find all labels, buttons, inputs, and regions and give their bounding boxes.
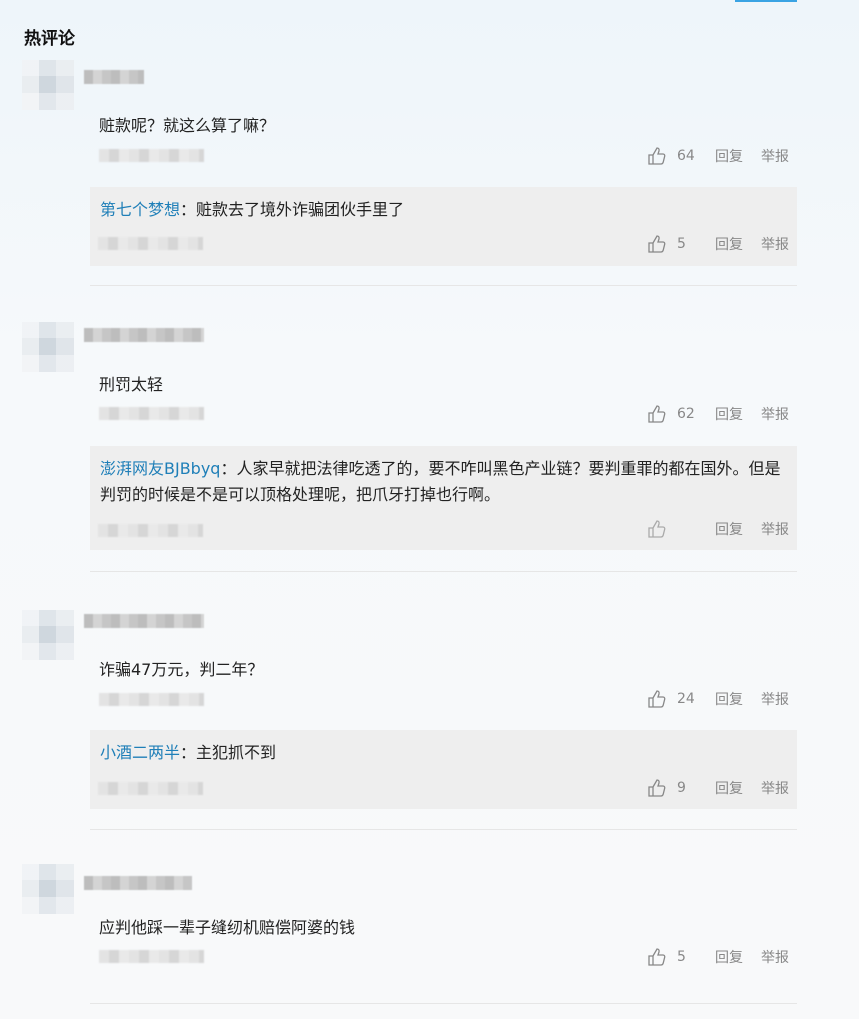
reply-body: 小酒二两半：主犯抓不到: [100, 740, 781, 766]
reply-button[interactable]: 回复: [715, 234, 743, 254]
comment-divider: [90, 1003, 797, 1004]
comment-content: 诈骗47万元，判二年？: [99, 660, 264, 679]
report-button[interactable]: 举报: [761, 234, 789, 254]
reply-button[interactable]: 回复: [715, 947, 743, 967]
comment-content: 应判他踩一辈子缝纫机赔偿阿婆的钱: [99, 918, 356, 937]
reply-meta-blurred: [98, 782, 203, 795]
thumbs-up-icon[interactable]: [647, 146, 667, 166]
like-count: 64: [677, 148, 695, 164]
like-count: 9: [677, 780, 686, 796]
reply-body: 澎湃网友BJBbyq：人家早就把法律吃透了的，要不咋叫黑色产业链？要判重罪的都在…: [100, 456, 781, 508]
reply-separator: ：: [180, 200, 197, 219]
reply-username-link[interactable]: 小酒二两半: [100, 743, 180, 762]
avatar[interactable]: [22, 864, 74, 914]
comment-meta-blurred: [99, 693, 204, 706]
thumbs-up-icon[interactable]: [647, 947, 667, 967]
comment-actions: 62 回复 举报: [647, 404, 789, 424]
reply-meta-blurred: [98, 524, 203, 537]
reply-button[interactable]: 回复: [715, 519, 743, 539]
thumbs-up-icon[interactable]: [647, 519, 667, 539]
like-count: 62: [677, 406, 695, 422]
comment-actions: 24 回复 举报: [647, 689, 789, 709]
username-blurred[interactable]: [84, 876, 192, 890]
reply-button[interactable]: 回复: [715, 778, 743, 798]
comment-meta-blurred: [99, 407, 204, 420]
reply-text: 赃款去了境外诈骗团伙手里了: [196, 200, 405, 219]
username-blurred[interactable]: [84, 328, 204, 342]
report-button[interactable]: 举报: [761, 146, 789, 166]
comment-content: 赃款呢？就这么算了嘛？: [99, 116, 276, 135]
report-button[interactable]: 举报: [761, 689, 789, 709]
thumbs-up-icon[interactable]: [647, 234, 667, 254]
comment-meta-blurred: [99, 950, 204, 963]
reply-button[interactable]: 回复: [715, 146, 743, 166]
avatar[interactable]: [22, 60, 74, 110]
comment-divider: [90, 571, 797, 572]
report-button[interactable]: 举报: [761, 404, 789, 424]
username-blurred[interactable]: [84, 70, 144, 84]
comment-meta-blurred: [99, 149, 204, 162]
reply-separator: ：: [180, 743, 197, 762]
reply-box: 第七个梦想：赃款去了境外诈骗团伙手里了: [90, 187, 797, 266]
avatar[interactable]: [22, 610, 74, 660]
comment-content: 刑罚太轻: [99, 375, 164, 394]
comment-divider: [90, 829, 797, 830]
top-accent-bar: [735, 0, 797, 2]
thumbs-up-icon[interactable]: [647, 404, 667, 424]
reply-username-link[interactable]: 澎湃网友BJBbyq: [100, 459, 220, 478]
reply-actions: 5 回复 举报: [647, 234, 789, 254]
reply-actions: 9 回复 举报: [647, 778, 789, 798]
reply-actions: 回复 举报: [647, 519, 789, 539]
thumbs-up-icon[interactable]: [647, 689, 667, 709]
report-button[interactable]: 举报: [761, 519, 789, 539]
comment-divider: [90, 285, 797, 286]
reply-separator: ：: [220, 459, 237, 478]
like-count: 5: [677, 236, 686, 252]
reply-meta-blurred: [98, 237, 203, 250]
reply-body: 第七个梦想：赃款去了境外诈骗团伙手里了: [100, 197, 781, 223]
reply-username-link[interactable]: 第七个梦想: [100, 200, 180, 219]
thumbs-up-icon[interactable]: [647, 778, 667, 798]
avatar[interactable]: [22, 322, 74, 372]
section-title: 热评论: [24, 29, 75, 49]
comment-actions: 5 回复 举报: [647, 947, 789, 967]
reply-button[interactable]: 回复: [715, 404, 743, 424]
username-blurred[interactable]: [84, 614, 204, 628]
report-button[interactable]: 举报: [761, 947, 789, 967]
reply-text: 主犯抓不到: [196, 743, 277, 762]
reply-button[interactable]: 回复: [715, 689, 743, 709]
like-count: 24: [677, 691, 695, 707]
comment-actions: 64 回复 举报: [647, 146, 789, 166]
report-button[interactable]: 举报: [761, 778, 789, 798]
like-count: 5: [677, 949, 686, 965]
